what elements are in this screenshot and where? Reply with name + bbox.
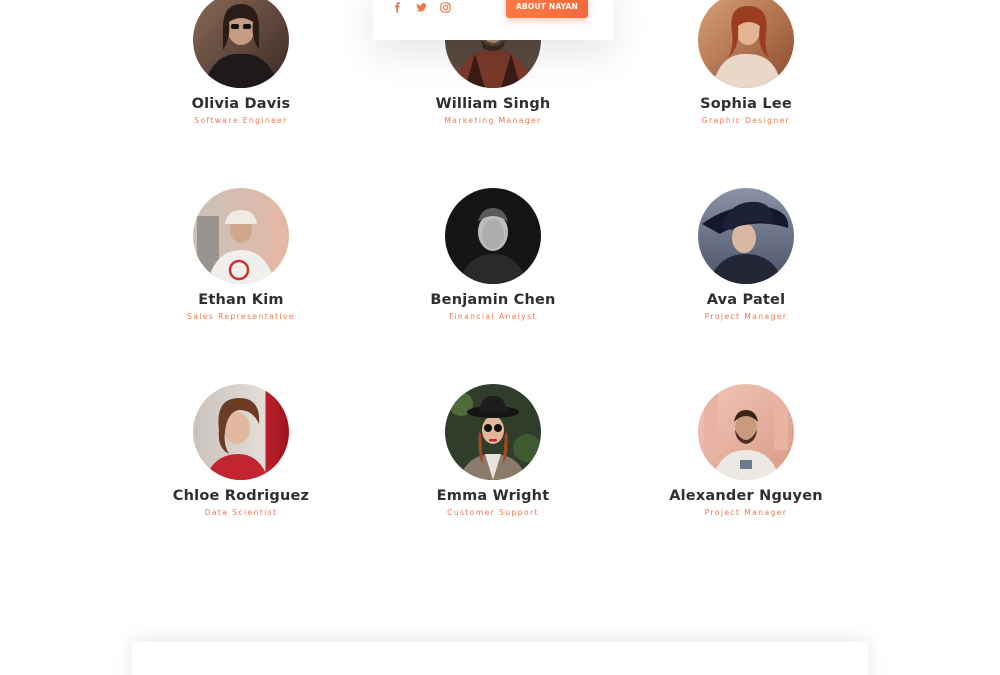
member-avatar bbox=[698, 188, 794, 284]
member-avatar bbox=[445, 188, 541, 284]
member-name: Chloe Rodriguez bbox=[172, 488, 310, 504]
team-member-card: Ava Patel Project Manager bbox=[626, 188, 866, 322]
member-name: Olivia Davis bbox=[191, 96, 291, 112]
team-member-card: Olivia Davis Software Engineer bbox=[121, 0, 361, 126]
team-member-card: Chloe Rodriguez Data Scientist bbox=[121, 384, 361, 518]
member-role: Financial Analyst bbox=[449, 312, 537, 321]
bottom-card bbox=[132, 642, 868, 675]
member-popup-card: ABOUT NAYAN bbox=[373, 0, 613, 40]
member-name: Sophia Lee bbox=[700, 96, 792, 112]
social-links bbox=[391, 1, 451, 13]
member-role: Graphic Designer bbox=[701, 116, 791, 125]
member-role: Software Engineer bbox=[194, 116, 288, 125]
team-member-card: Alexander Nguyen Project Manager bbox=[626, 384, 866, 518]
member-name: Ava Patel bbox=[706, 292, 786, 308]
member-name: Alexander Nguyen bbox=[669, 488, 823, 504]
member-avatar bbox=[193, 188, 289, 284]
member-avatar bbox=[445, 384, 541, 480]
facebook-icon[interactable] bbox=[391, 1, 403, 13]
member-avatar bbox=[698, 384, 794, 480]
member-role: Project Manager bbox=[704, 508, 788, 517]
member-name: William Singh bbox=[435, 96, 551, 112]
member-name: Benjamin Chen bbox=[430, 292, 556, 308]
team-member-card: Benjamin Chen Financial Analyst bbox=[373, 188, 613, 322]
member-avatar bbox=[193, 0, 289, 88]
member-role: Project Manager bbox=[704, 312, 788, 321]
member-name: Ethan Kim bbox=[198, 292, 284, 308]
about-button[interactable]: ABOUT NAYAN bbox=[506, 0, 588, 18]
team-member-card: Emma Wright Customer Support bbox=[373, 384, 613, 518]
twitter-icon[interactable] bbox=[415, 1, 427, 13]
instagram-icon[interactable] bbox=[439, 1, 451, 13]
member-name: Emma Wright bbox=[436, 488, 550, 504]
team-page: Olivia Davis Software Engineer William S… bbox=[0, 0, 1000, 675]
member-role: Sales Representative bbox=[186, 312, 295, 321]
member-role: Data Scientist bbox=[204, 508, 278, 517]
member-role: Customer Support bbox=[447, 508, 539, 517]
member-avatar bbox=[193, 384, 289, 480]
team-member-card: Sophia Lee Graphic Designer bbox=[626, 0, 866, 126]
team-member-card: Ethan Kim Sales Representative bbox=[121, 188, 361, 322]
member-avatar bbox=[698, 0, 794, 88]
member-role: Marketing Manager bbox=[444, 116, 542, 125]
